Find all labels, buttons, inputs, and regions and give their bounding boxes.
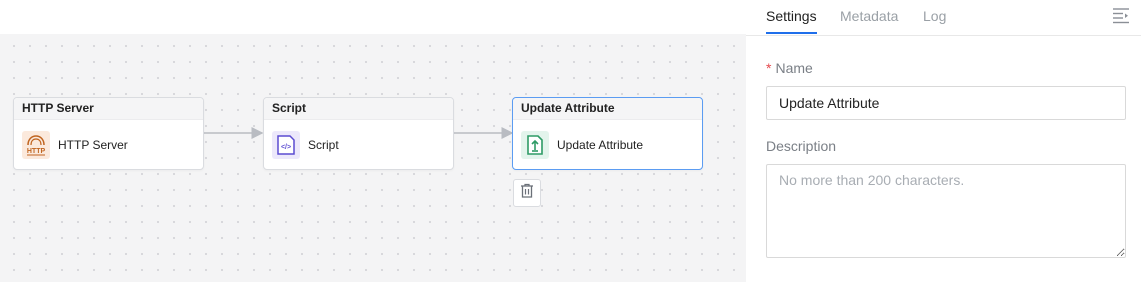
node-title: Script: [264, 98, 453, 120]
collapse-panel-icon[interactable]: [1112, 6, 1130, 24]
name-label-text: Name: [775, 60, 813, 76]
tab-log[interactable]: Log: [923, 7, 946, 25]
svg-text:</>: </>: [281, 144, 291, 151]
tab-settings[interactable]: Settings: [766, 7, 817, 25]
name-field-label: * Name: [766, 60, 813, 76]
workflow-editor: HTTP Server HTTP HTTP Server Script </> …: [0, 0, 1141, 282]
name-input[interactable]: Update Attribute: [766, 86, 1126, 120]
script-icon: </>: [272, 130, 300, 159]
trash-icon: [520, 183, 534, 203]
delete-node-button[interactable]: [513, 179, 541, 207]
svg-text:HTTP: HTTP: [27, 148, 46, 155]
workflow-canvas[interactable]: HTTP Server HTTP HTTP Server Script </> …: [0, 34, 746, 282]
update-attribute-icon: [521, 130, 549, 159]
description-field-label: Description: [766, 138, 837, 154]
node-label: HTTP Server: [58, 137, 128, 152]
node-label: Script: [308, 137, 339, 152]
node-title: HTTP Server: [14, 98, 203, 120]
node-title: Update Attribute: [513, 98, 702, 120]
properties-panel: Settings Metadata Log * Name Update Attri…: [746, 0, 1141, 282]
node-label: Update Attribute: [557, 137, 644, 152]
node-update-attribute[interactable]: Update Attribute Update Attribute: [512, 97, 703, 170]
tab-metadata[interactable]: Metadata: [840, 7, 898, 25]
node-script[interactable]: Script </> Script: [263, 97, 454, 170]
required-mark: *: [766, 60, 772, 76]
canvas-toolbar-area: [0, 0, 746, 34]
panel-tabs: Settings Metadata Log: [746, 0, 1141, 36]
active-tab-indicator: [766, 32, 817, 34]
http-server-icon: HTTP: [22, 130, 50, 159]
node-http-server[interactable]: HTTP Server HTTP HTTP Server: [13, 97, 204, 170]
description-textarea[interactable]: [766, 164, 1126, 258]
